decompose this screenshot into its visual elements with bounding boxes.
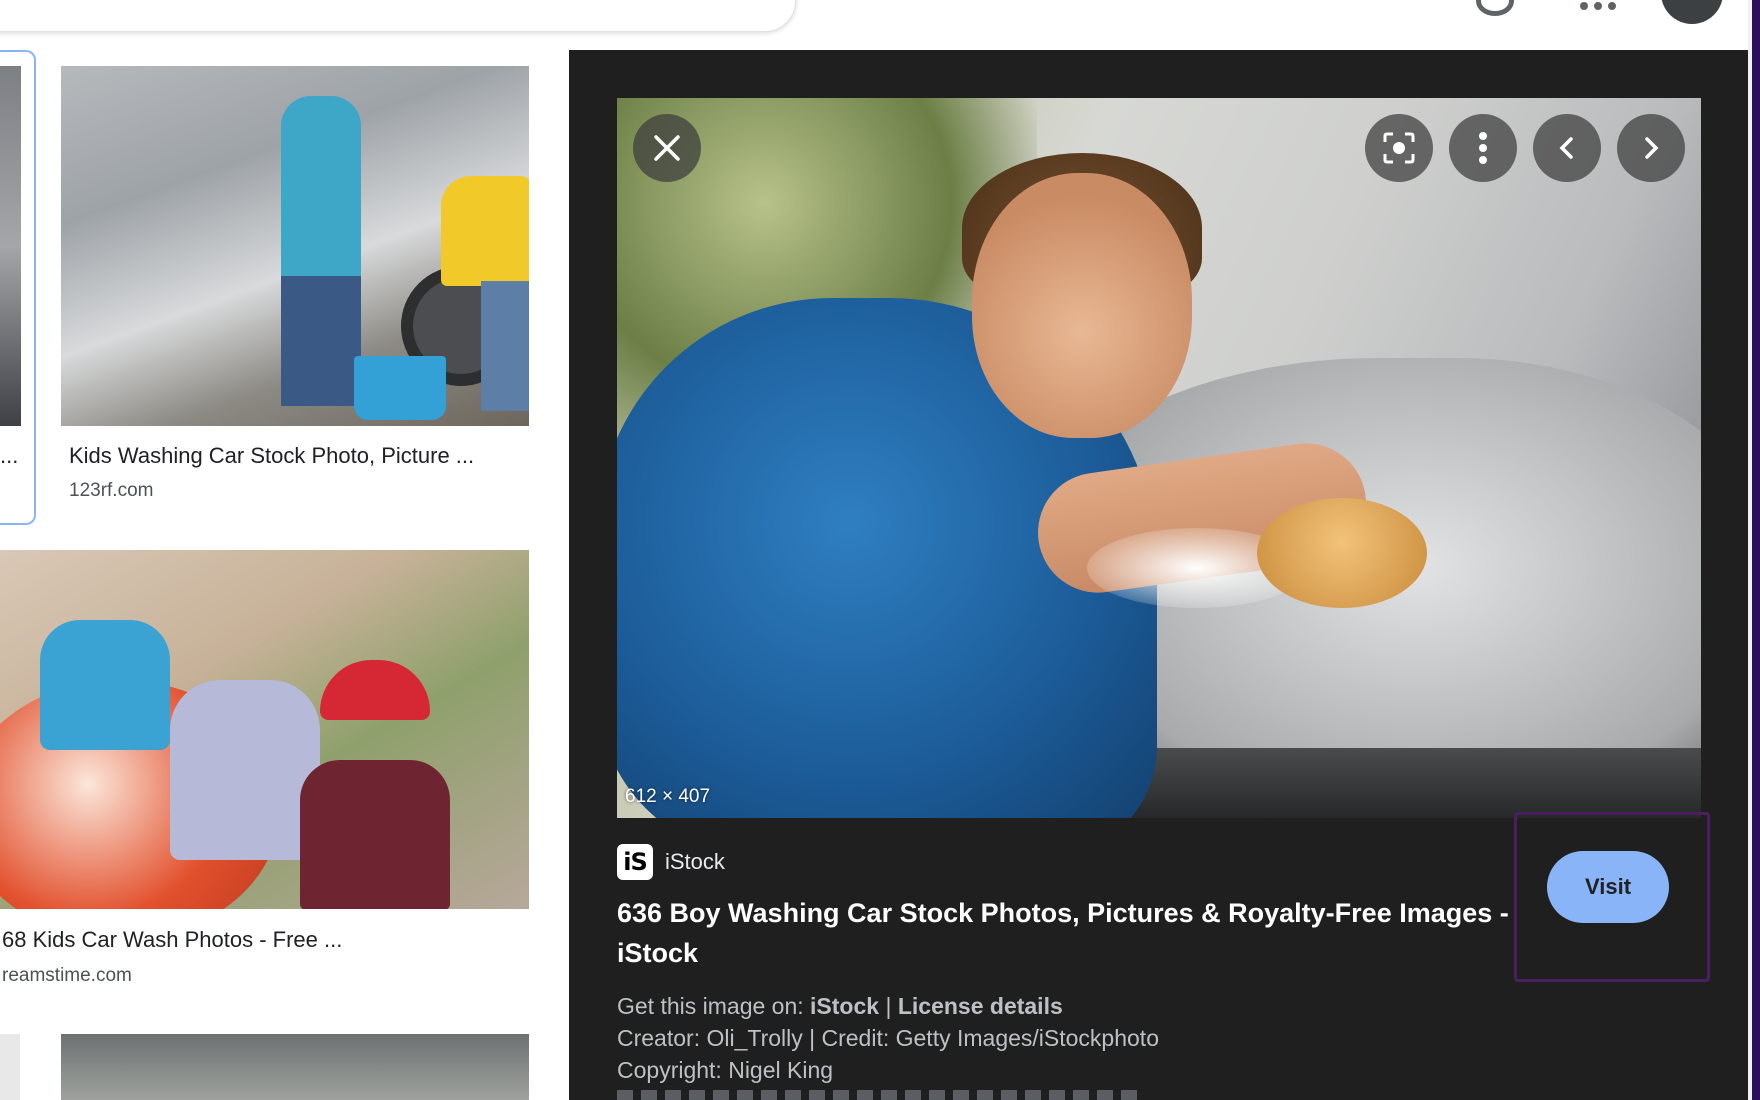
chevron-left-icon [1559,137,1573,159]
get-image-site-link[interactable]: iStock [810,993,879,1019]
scrollbar[interactable] [1748,0,1760,1100]
close-button[interactable] [633,114,701,182]
separator: | [879,993,898,1019]
result-caption[interactable]: Kids Washing Car Stock Photo, Picture ..… [69,443,474,469]
partial-caption[interactable]: ... [0,443,18,469]
result-caption[interactable]: 68 Kids Car Wash Photos - Free ... [2,927,342,953]
get-image-prefix: Get this image on: [617,993,811,1019]
creator-line: Creator: Oli_Trolly | Credit: Getty Imag… [617,1025,1159,1051]
more-vert-icon [1479,132,1487,164]
avatar[interactable] [1661,0,1723,24]
more-dots-icon[interactable] [1580,2,1616,10]
close-icon [654,135,680,161]
previous-button[interactable] [1533,114,1601,182]
lens-search-button[interactable] [1365,114,1433,182]
result-thumbnail[interactable] [61,66,529,426]
source-row[interactable]: iS iStock [617,844,725,880]
truncated-text-line [617,1090,1137,1100]
next-button[interactable] [1617,114,1685,182]
source-name[interactable]: iStock [665,849,725,875]
preview-image[interactable] [617,98,1701,818]
source-favicon: iS [617,844,653,880]
more-options-button[interactable] [1449,114,1517,182]
visit-button[interactable]: Visit [1547,851,1669,923]
result-source[interactable]: reamstime.com [2,965,132,987]
result-thumbnail[interactable] [61,1034,529,1100]
page: ... Kids Washing Car Stock Photo, Pictur… [0,0,1760,1100]
get-image-line: Get this image on: iStock | License deta… [617,993,1063,1020]
image-dimensions: 612 × 407 [625,786,711,807]
search-input[interactable] [0,0,796,32]
license-details-link[interactable]: License details [898,993,1063,1019]
chevron-right-icon [1645,137,1659,159]
result-source[interactable]: 123rf.com [69,480,153,502]
top-bar [0,0,1748,50]
thumbnail-partial[interactable] [0,1034,20,1100]
image-title[interactable]: 636 Boy Washing Car Stock Photos, Pictur… [617,893,1517,973]
result-thumbnail[interactable] [0,550,529,909]
gear-icon[interactable] [1476,0,1514,16]
copyright-line: Copyright: Nigel King [617,1057,834,1083]
lens-icon [1383,132,1415,164]
